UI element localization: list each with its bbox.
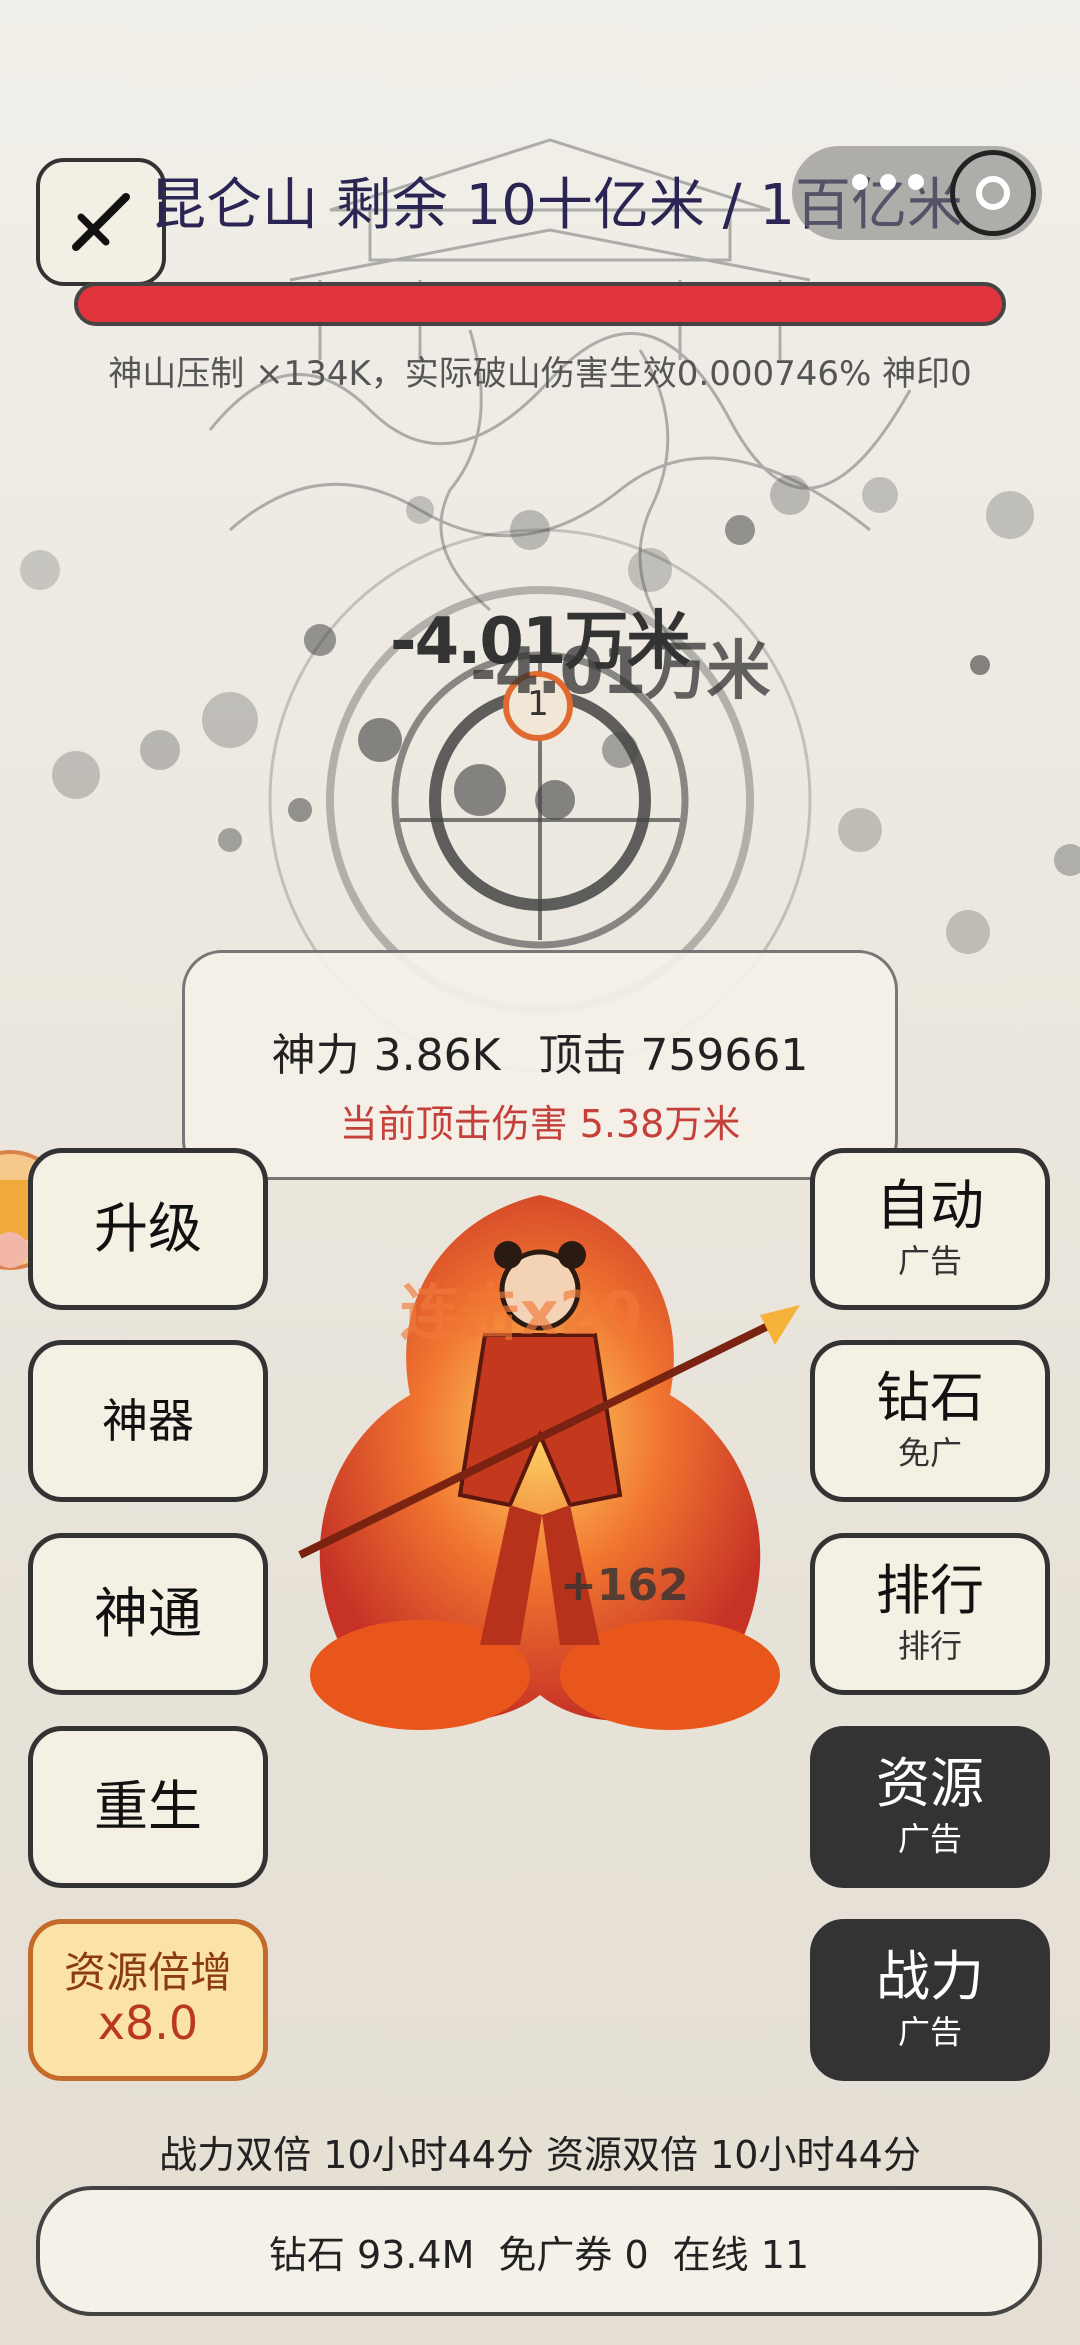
current-damage: 当前顶击伤害 5.38万米: [339, 1102, 741, 1146]
top-hit-stat: 顶击 759661: [538, 1030, 809, 1081]
miniprogram-capsule[interactable]: [792, 146, 1042, 240]
ad-ticket-count: 免广券 0: [498, 2232, 649, 2277]
hero-character: [298, 1195, 800, 1730]
artifact-button[interactable]: 神器: [28, 1340, 268, 1502]
online-count: 在线 11: [672, 2232, 810, 2277]
skills-button[interactable]: 神通: [28, 1533, 268, 1695]
stats-panel: 神力 3.86K 顶击 759661 当前顶击伤害 5.38万米: [182, 950, 898, 1180]
rebirth-button[interactable]: 重生: [28, 1726, 268, 1888]
hit-text: +162: [560, 1560, 689, 1611]
status-footer: 钻石 93.4M 免广券 0 在线 11: [36, 2186, 1042, 2316]
power-stat: 神力 3.86K: [271, 1030, 501, 1081]
sword-icon: [72, 193, 130, 251]
combat-power-button[interactable]: 战力 广告: [810, 1919, 1050, 2081]
combo-text: 连击x20: [400, 1279, 643, 1349]
resource-button[interactable]: 资源 广告: [810, 1726, 1050, 1888]
resource-multiplier-button[interactable]: 资源倍增 x8.0: [28, 1919, 268, 2081]
damage-number-echo: -4.01万米: [470, 635, 770, 709]
diamond-button[interactable]: 钻石 免广: [810, 1340, 1050, 1502]
ranking-button[interactable]: 排行 排行: [810, 1533, 1050, 1695]
double-bonus-timers: 战力双倍 10小时44分 资源双倍 10小时44分: [159, 2133, 921, 2177]
boss-hp-bar: [74, 282, 1006, 326]
auto-button[interactable]: 自动 广告: [810, 1148, 1050, 1310]
suppression-info: 神山压制 ×134K，实际破山伤害生效0.000746% 神印0: [108, 354, 972, 394]
back-button[interactable]: [36, 158, 166, 286]
more-icon[interactable]: [852, 174, 924, 190]
diamond-count: 钻石 93.4M: [268, 2232, 475, 2277]
close-target-icon[interactable]: [950, 150, 1036, 236]
upgrade-button[interactable]: 升级: [28, 1148, 268, 1310]
